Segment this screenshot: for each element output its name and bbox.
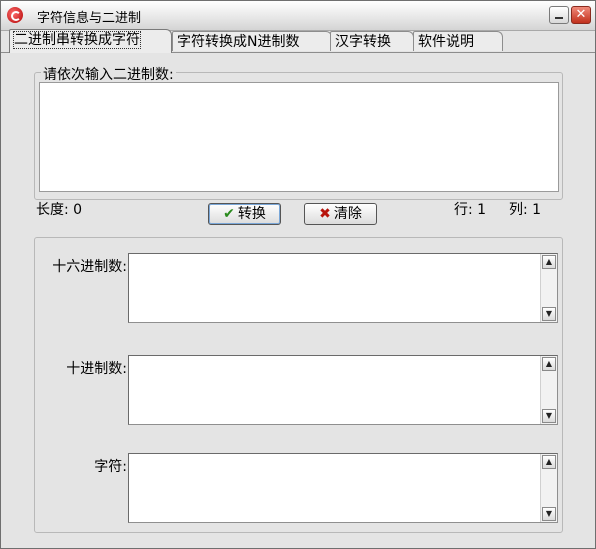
- binary-input-textarea[interactable]: [39, 82, 559, 192]
- binary-input-label: 请依次输入二进制数:: [41, 64, 176, 84]
- tab-binary-to-char[interactable]: 二进制串转换成字符: [9, 29, 172, 53]
- tab-char-to-n-base[interactable]: 字符转换成N进制数: [172, 31, 332, 51]
- scroll-down-icon[interactable]: ▼: [542, 307, 556, 321]
- scroll-up-icon[interactable]: ▲: [542, 255, 556, 269]
- character-output-field[interactable]: ▲ ▼: [128, 453, 558, 523]
- clear-button[interactable]: ✖ 清除: [304, 203, 377, 225]
- length-value: 0: [73, 202, 83, 218]
- title-bar[interactable]: 字符信息与二进制 ✕: [1, 1, 595, 31]
- scroll-down-icon[interactable]: ▼: [542, 409, 556, 423]
- decimal-output-field[interactable]: ▲ ▼: [128, 355, 558, 425]
- character-scrollbar[interactable]: ▲ ▼: [540, 454, 557, 522]
- minimize-button[interactable]: [549, 6, 569, 24]
- hex-scrollbar[interactable]: ▲ ▼: [540, 254, 557, 322]
- tab-chinese-convert[interactable]: 汉字转换: [330, 31, 414, 51]
- convert-button[interactable]: ✔ 转换: [208, 203, 281, 225]
- hex-output-field[interactable]: ▲ ▼: [128, 253, 558, 323]
- scroll-down-icon[interactable]: ▼: [542, 507, 556, 521]
- row-value: 1: [477, 202, 487, 218]
- check-icon: ✔: [223, 206, 235, 222]
- scroll-up-icon[interactable]: ▲: [542, 357, 556, 371]
- tab-about[interactable]: 软件说明: [413, 31, 503, 51]
- main-window: 字符信息与二进制 ✕ 二进制串转换成字符 字符转换成N进制数 汉字转换 软件说明…: [0, 0, 596, 549]
- decimal-label: 十进制数:: [66, 361, 127, 377]
- column-label: 列:: [509, 202, 528, 218]
- column-value: 1: [532, 202, 542, 218]
- close-icon: ✕: [575, 7, 587, 22]
- clear-button-label: 清除: [333, 206, 362, 222]
- character-label: 字符:: [94, 459, 127, 475]
- length-indicator: 长度: 0: [36, 199, 82, 219]
- window-title: 字符信息与二进制: [37, 11, 142, 26]
- tab-label: 汉字转换: [335, 34, 391, 50]
- decimal-scrollbar[interactable]: ▲ ▼: [540, 356, 557, 424]
- convert-button-label: 转换: [237, 206, 266, 222]
- row-label: 行:: [454, 202, 473, 218]
- hex-label: 十六进制数:: [52, 259, 127, 275]
- tab-label: 软件说明: [418, 34, 474, 50]
- length-label: 长度:: [36, 202, 69, 218]
- x-icon: ✖: [319, 206, 331, 222]
- app-logo-icon: [7, 7, 23, 23]
- close-button[interactable]: ✕: [571, 6, 591, 24]
- column-indicator: 列: 1: [509, 199, 541, 219]
- row-indicator: 行: 1: [454, 199, 486, 219]
- tab-label: 二进制串转换成字符: [13, 31, 141, 49]
- scroll-up-icon[interactable]: ▲: [542, 455, 556, 469]
- tab-label: 字符转换成N进制数: [177, 34, 300, 50]
- tab-strip: 二进制串转换成字符 字符转换成N进制数 汉字转换 软件说明: [1, 29, 595, 53]
